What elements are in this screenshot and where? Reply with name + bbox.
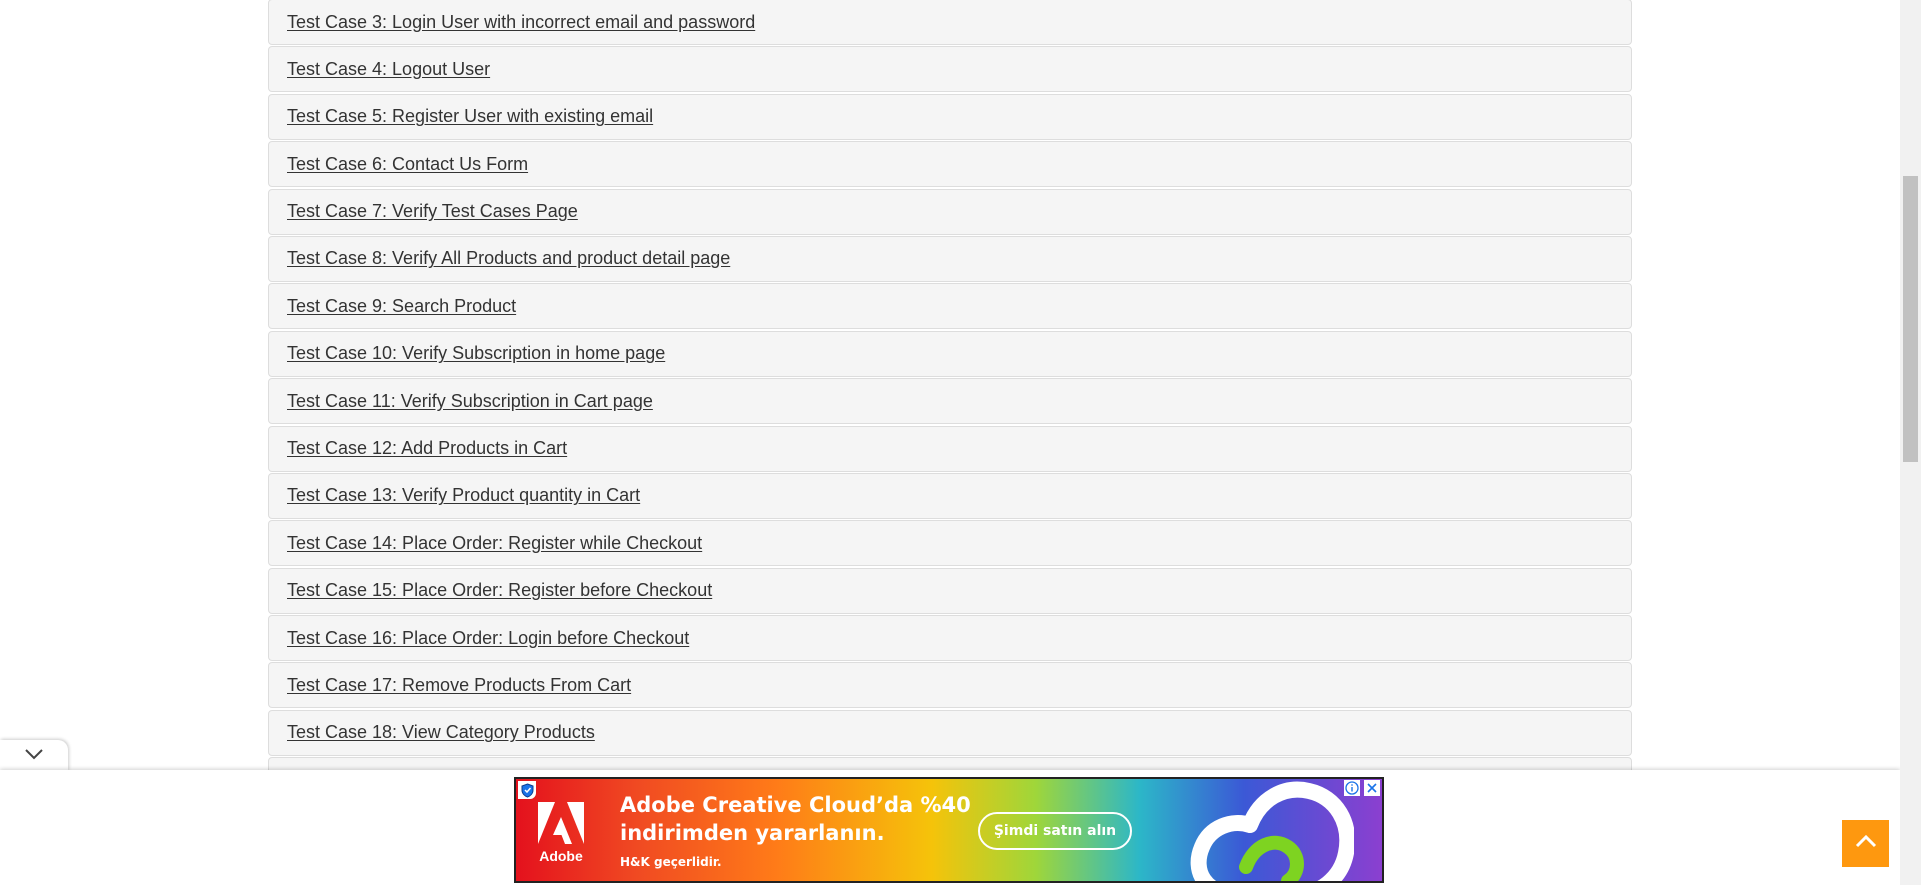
test-case-link[interactable]: Test Case 5: Register User with existing…: [287, 106, 653, 127]
info-icon[interactable]: [1344, 780, 1360, 796]
test-case-link[interactable]: Test Case 17: Remove Products From Cart: [287, 675, 631, 696]
test-case-row: Test Case 7: Verify Test Cases Page: [268, 188, 1632, 235]
creative-cloud-logo-icon: [1190, 781, 1354, 881]
test-case-row: Test Case 5: Register User with existing…: [268, 93, 1632, 140]
chevron-down-icon: [24, 747, 44, 765]
ad-headline: Adobe Creative Cloud’da %40 indirimden y…: [620, 793, 971, 845]
test-case-link[interactable]: Test Case 15: Place Order: Register befo…: [287, 580, 712, 601]
test-case-row: Test Case 6: Contact Us Form: [268, 141, 1632, 188]
test-case-link[interactable]: Test Case 6: Contact Us Form: [287, 154, 528, 175]
test-case-link[interactable]: Test Case 13: Verify Product quantity in…: [287, 485, 640, 506]
test-case-row: Test Case 4: Logout User: [268, 46, 1632, 93]
scroll-to-top-button[interactable]: [1842, 820, 1889, 867]
test-case-row: Test Case 17: Remove Products From Cart: [268, 662, 1632, 709]
collapse-ad-button[interactable]: [0, 740, 68, 771]
test-case-link[interactable]: Test Case 8: Verify All Products and pro…: [287, 248, 730, 269]
scrollbar-thumb[interactable]: [1903, 176, 1918, 462]
test-case-row: Test Case 8: Verify All Products and pro…: [268, 235, 1632, 282]
test-case-row: Test Case 16: Place Order: Login before …: [268, 615, 1632, 662]
test-case-link[interactable]: Test Case 9: Search Product: [287, 296, 516, 317]
test-case-link[interactable]: Test Case 3: Login User with incorrect e…: [287, 12, 755, 33]
test-case-link[interactable]: Test Case 16: Place Order: Login before …: [287, 628, 689, 649]
test-case-row: Test Case 10: Verify Subscription in hom…: [268, 330, 1632, 377]
ad-dock: Adobe Adobe Creative Cloud’da %40 indiri…: [0, 770, 1900, 885]
ad-cta-button[interactable]: Şimdi satın alın: [978, 812, 1132, 850]
close-icon[interactable]: [1364, 780, 1380, 796]
test-case-link[interactable]: Test Case 18: View Category Products: [287, 722, 595, 743]
ad-banner[interactable]: Adobe Adobe Creative Cloud’da %40 indiri…: [514, 777, 1384, 883]
ad-subtext: H&K geçerlidir.: [620, 855, 722, 869]
adobe-logo: Adobe: [526, 787, 596, 879]
test-case-row: Test Case 13: Verify Product quantity in…: [268, 472, 1632, 519]
test-case-link[interactable]: Test Case 4: Logout User: [287, 59, 490, 80]
test-case-link[interactable]: Test Case 7: Verify Test Cases Page: [287, 201, 578, 222]
test-case-link[interactable]: Test Case 10: Verify Subscription in hom…: [287, 343, 665, 364]
test-case-row: Test Case 3: Login User with incorrect e…: [268, 0, 1632, 45]
test-case-link[interactable]: Test Case 12: Add Products in Cart: [287, 438, 567, 459]
vertical-scrollbar[interactable]: [1900, 0, 1921, 885]
test-case-row: Test Case 12: Add Products in Cart: [268, 425, 1632, 472]
adobe-logo-label: Adobe: [539, 848, 583, 864]
adobe-logo-icon: [538, 802, 584, 844]
test-case-link[interactable]: Test Case 11: Verify Subscription in Car…: [287, 391, 653, 412]
test-case-row: Test Case 14: Place Order: Register whil…: [268, 520, 1632, 567]
test-case-row: Test Case 11: Verify Subscription in Car…: [268, 378, 1632, 425]
page-viewport: Test Case 3: Login User with incorrect e…: [0, 0, 1900, 885]
test-case-row: Test Case 9: Search Product: [268, 283, 1632, 330]
chevron-up-icon: [1854, 833, 1878, 854]
test-case-row: Test Case 15: Place Order: Register befo…: [268, 567, 1632, 614]
test-case-list: Test Case 3: Login User with incorrect e…: [268, 0, 1632, 805]
test-case-row: Test Case 18: View Category Products: [268, 709, 1632, 756]
test-case-link[interactable]: Test Case 14: Place Order: Register whil…: [287, 533, 702, 554]
